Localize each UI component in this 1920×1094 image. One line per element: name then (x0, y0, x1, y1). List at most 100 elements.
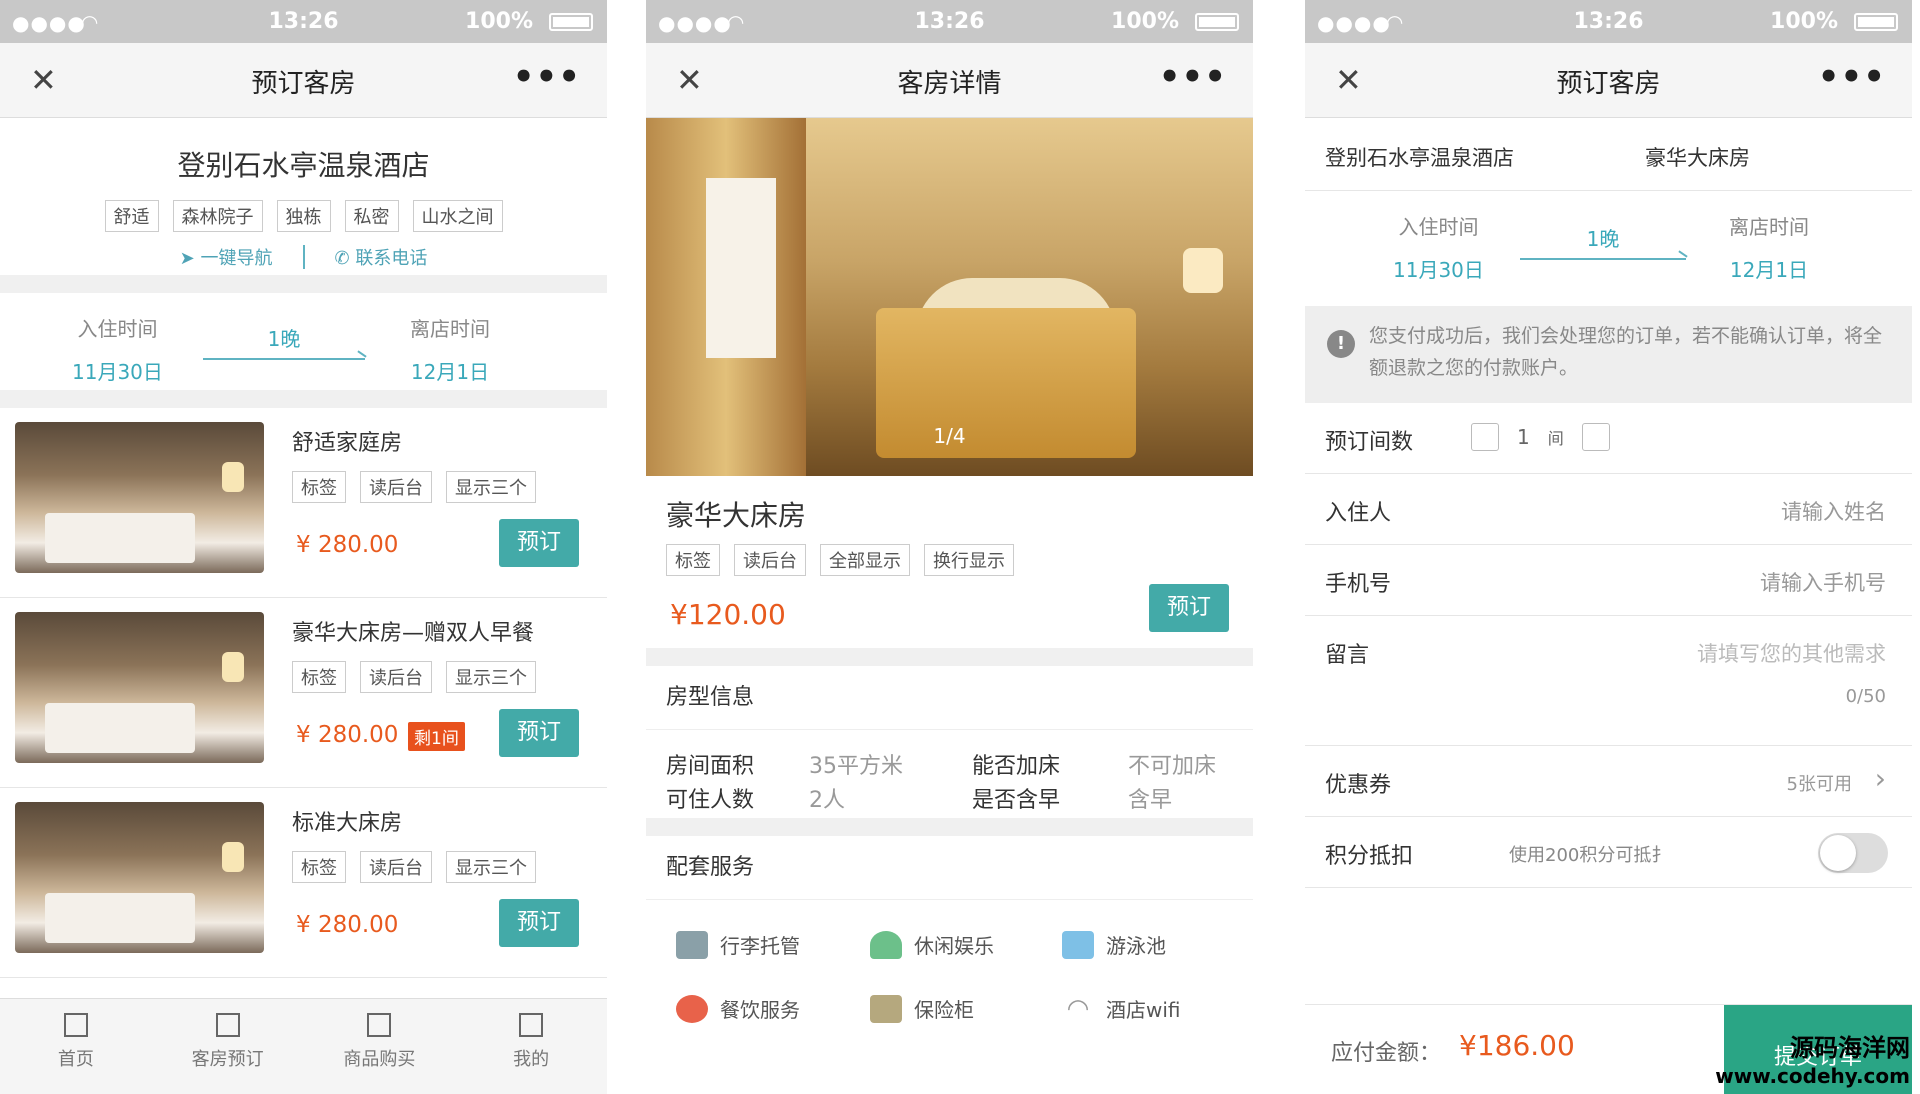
room-tags: 标签 读后台 显示三个 (292, 661, 536, 693)
battery-percent: 100% (1111, 9, 1179, 34)
service-label: 酒店wifi (1106, 998, 1181, 1022)
room-summary: 豪华大床房 标签 读后台 全部显示 换行显示 ¥120.00 预订 (646, 476, 1253, 666)
nights-count: 1晚 (1586, 227, 1620, 251)
hotel-tag: 山水之间 (412, 200, 503, 232)
more-icon[interactable]: ••• (513, 57, 581, 97)
checkout-date: 12月1日 (1729, 258, 1809, 282)
room-tag: 全部显示 (820, 544, 910, 576)
total-label: 应付金额： (1331, 1041, 1442, 1066)
room-name: 舒适家庭房 (292, 431, 403, 456)
area-label: 房间面积 (666, 754, 755, 779)
room-count-stepper[interactable]: 1 间 (1471, 423, 1610, 451)
message-label: 留言 (1325, 643, 1370, 668)
date-selector[interactable]: 入住时间 11月30日 1晚 离店时间 12月1日 (1305, 191, 1912, 306)
date-selector[interactable]: 入住时间 11月30日 1晚 离店时间 12月1日 (0, 293, 607, 408)
checkin[interactable]: 入住时间 11月30日 (72, 313, 163, 385)
room-tag: 读后台 (360, 851, 432, 883)
checkout[interactable]: 离店时间 12月1日 (410, 313, 490, 385)
battery-percent: 100% (465, 9, 533, 34)
phone-input[interactable]: 请输入手机号 (1760, 567, 1886, 597)
hotel-tag: 舒适 (104, 200, 159, 232)
tab-label: 首页 (57, 1049, 94, 1070)
message-textarea[interactable]: 请填写您的其他需求 (1697, 638, 1886, 668)
tab-mine[interactable]: 我的 (455, 999, 607, 1094)
tab-label: 客房预订 (191, 1049, 264, 1070)
hotel-tag: 独栋 (276, 200, 331, 232)
hotel-name: 登别石水亭温泉酒店 (177, 149, 430, 182)
service-label: 游泳池 (1106, 934, 1166, 958)
guest-row: 入住人 请输入姓名 (1305, 474, 1912, 545)
navigate-button[interactable]: ➤ 一键导航 (180, 244, 273, 270)
service-item: 游泳池 (1062, 930, 1166, 959)
extra-bed-value: 不可加床 (1128, 754, 1217, 779)
dining-icon (676, 994, 708, 1023)
room-unit: 间 (1547, 429, 1564, 448)
more-icon[interactable]: ••• (1159, 57, 1227, 97)
alert-icon: ! (1327, 330, 1355, 358)
book-button[interactable]: 预订 (499, 519, 579, 567)
service-item: ◠ 酒店wifi (1062, 994, 1181, 1023)
tab-room-booking[interactable]: 客房预订 (152, 999, 304, 1094)
service-label: 餐饮服务 (720, 998, 800, 1022)
service-label: 保险柜 (914, 998, 974, 1022)
notice-text: 您支付成功后，我们会处理您的订单，若不能确认订单，将全额退款之您的付款账户。 (1369, 325, 1883, 379)
decrement-button[interactable] (1471, 423, 1499, 451)
nights-indicator: 1晚 (1520, 223, 1686, 260)
hotel-actions: ➤ 一键导航 ✆ 联系电话 (0, 244, 607, 270)
breakfast-value: 含早 (1128, 788, 1173, 813)
screen-booking-list: ●●●● ◠ 13:26 100% ✕ 预订客房 ••• 登别石水亭温泉酒店 舒… (0, 0, 607, 1094)
room-card[interactable]: 标准大床房 标签 读后台 显示三个 ¥ 280.00 预订 (0, 788, 607, 978)
screen-booking-form: ●●●● ◠ 13:26 100% ✕ 预订客房 ••• 登别石水亭温泉酒店 豪… (1305, 0, 1912, 1094)
checkin[interactable]: 入住时间 11月30日 (1393, 211, 1484, 283)
room-tag: 读后台 (360, 471, 432, 503)
nights-arrow (203, 358, 365, 360)
room-card[interactable]: 舒适家庭房 标签 读后台 显示三个 ¥ 280.00 预订 (0, 408, 607, 598)
increment-button[interactable] (1581, 423, 1610, 451)
points-row: 积分抵扣 使用200积分可抵扌 (1305, 817, 1912, 888)
carousel-pager: 1/4 (933, 424, 966, 448)
room-price: ¥120.00 (670, 598, 786, 631)
room-tag: 显示三个 (446, 851, 536, 883)
watermark-title: 源码海洋网 (1790, 1034, 1910, 1062)
room-thumbnail (15, 612, 264, 763)
more-icon[interactable]: ••• (1818, 57, 1886, 97)
phone-label: 手机号 (1325, 572, 1392, 597)
area-value: 35平方米 (809, 754, 903, 779)
room-tag: 读后台 (734, 544, 806, 576)
room-tag: 显示三个 (446, 471, 536, 503)
room-photo-carousel[interactable]: 1/4 (646, 118, 1253, 476)
checkout[interactable]: 离店时间 12月1日 (1729, 211, 1809, 283)
coupon-row[interactable]: 优惠券 5张可用 › (1305, 746, 1912, 817)
tab-home[interactable]: 首页 (0, 999, 152, 1094)
room-tag: 标签 (292, 851, 346, 883)
rooms-left-badge: 剩1间 (408, 722, 465, 751)
call-button[interactable]: ✆ 联系电话 (335, 244, 428, 270)
room-name: 豪华大床房 (1645, 146, 1750, 170)
message-row: 留言 请填写您的其他需求 0/50 (1305, 616, 1912, 746)
guest-name-input[interactable]: 请输入姓名 (1781, 496, 1886, 526)
room-name: 标准大床房 (292, 811, 403, 836)
room-price: ¥ 280.00 (296, 532, 399, 558)
payment-notice: ! 您支付成功后，我们会处理您的订单，若不能确认订单，将全额退款之您的付款账户。 (1305, 306, 1912, 403)
room-tag: 换行显示 (924, 544, 1014, 576)
points-toggle[interactable] (1818, 833, 1888, 873)
tab-shop[interactable]: 商品购买 (304, 999, 456, 1094)
nav-bar: ✕ 预订客房 ••• (0, 43, 607, 118)
hotel-name: 登别石水亭温泉酒店 (1325, 146, 1514, 170)
book-button[interactable]: 预订 (499, 899, 579, 947)
coupon-label: 优惠券 (1325, 773, 1392, 798)
watermark: 源码海洋网 www.codehy.com (1715, 1034, 1910, 1090)
book-button[interactable]: 预订 (499, 709, 579, 757)
book-button[interactable]: 预订 (1149, 584, 1229, 632)
total-amount: ¥186.00 (1459, 1029, 1575, 1062)
hotel-tag: 森林院子 (172, 200, 263, 232)
nights-count: 1晚 (267, 327, 301, 351)
nav-bar: ✕ 客房详情 ••• (646, 43, 1253, 118)
room-card[interactable]: 豪华大床房—赠双人早餐 标签 读后台 显示三个 ¥ 280.00 剩1间 预订 (0, 598, 607, 788)
tab-label: 我的 (513, 1049, 550, 1070)
screen-room-detail: ●●●● ◠ 13:26 100% ✕ 客房详情 ••• 1/4 豪华大床房 标… (646, 0, 1253, 1094)
luggage-icon (676, 930, 708, 959)
battery-icon (1854, 13, 1898, 31)
room-name: 豪华大床房 (666, 499, 807, 532)
room-tag: 标签 (666, 544, 720, 576)
